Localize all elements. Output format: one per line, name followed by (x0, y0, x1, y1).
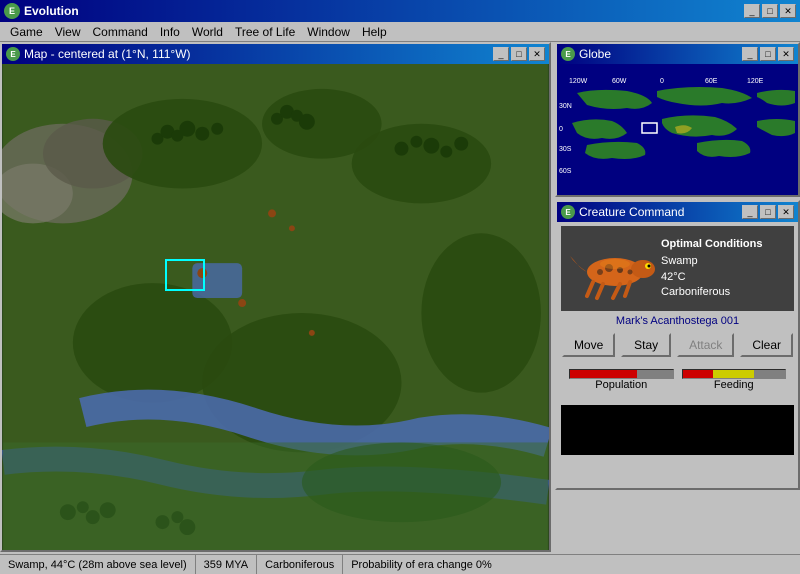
globe-minimize-button[interactable]: _ (742, 47, 758, 61)
population-bar-item: Population (569, 369, 674, 393)
creature-maximize-button[interactable]: □ (760, 205, 776, 219)
selection-box (165, 259, 205, 291)
app-title-bar: E Evolution _ □ ✕ (0, 0, 800, 22)
menu-view[interactable]: View (49, 23, 87, 41)
bars-row: Population Feeding (569, 369, 786, 393)
era-status: Carboniferous (257, 555, 343, 574)
creature-name: Mark's Acanthostega 001 (561, 315, 794, 327)
map-maximize-button[interactable]: □ (511, 47, 527, 61)
globe-title-bar: E Globe _ □ ✕ (557, 44, 798, 64)
globe-window-title: Globe (579, 47, 611, 61)
creature-command-window: E Creature Command _ □ ✕ (555, 200, 800, 490)
app-icon: E (4, 3, 20, 19)
terrain-status: Swamp, 44°C (28m above sea level) (0, 555, 196, 574)
map-window-title: Map - centered at (1°N, 111°W) (24, 47, 191, 61)
optimal-biome: Swamp (661, 254, 762, 269)
menu-info[interactable]: Info (154, 23, 186, 41)
globe-close-button[interactable]: ✕ (778, 47, 794, 61)
svg-text:30N: 30N (559, 103, 572, 110)
stay-button[interactable]: Stay (621, 333, 671, 357)
menu-tree-of-life[interactable]: Tree of Life (229, 23, 301, 41)
terrain-svg (2, 64, 549, 550)
map-close-button[interactable]: ✕ (529, 47, 545, 61)
globe-content: 120W 60W 0 60E 120E 30N 0 30S 60S (557, 64, 798, 195)
feeding-bar-red (683, 370, 714, 378)
optimal-conditions: Optimal Conditions Swamp 42°C Carbonifer… (661, 237, 762, 301)
optimal-title: Optimal Conditions (661, 237, 762, 252)
svg-text:60S: 60S (559, 168, 572, 175)
creature-window-icon: E (561, 205, 575, 219)
feeding-label: Feeding (682, 379, 787, 391)
svg-text:60E: 60E (705, 78, 718, 85)
population-bar-fill (570, 370, 637, 378)
menu-command[interactable]: Command (86, 23, 153, 41)
creature-image (565, 234, 655, 304)
feeding-bar-yellow (713, 370, 754, 378)
attack-button[interactable]: Attack (677, 333, 734, 357)
globe-window: E Globe _ □ ✕ 120W 60W 0 60E 120E 30N (555, 42, 800, 197)
map-title-bar: E Map - centered at (1°N, 111°W) _ □ ✕ (2, 44, 549, 64)
svg-text:0: 0 (660, 78, 664, 85)
globe-window-icon: E (561, 47, 575, 61)
optimal-temp: 42°C (661, 270, 762, 285)
title-bar-buttons: _ □ ✕ (744, 4, 796, 18)
svg-text:60W: 60W (612, 78, 627, 85)
creature-bottom-area (561, 405, 794, 455)
svg-text:120W: 120W (569, 78, 588, 85)
creature-window-title: Creature Command (579, 205, 684, 219)
status-bar: Swamp, 44°C (28m above sea level) 359 MY… (0, 554, 800, 574)
move-button[interactable]: Move (562, 333, 615, 357)
creature-content: Optimal Conditions Swamp 42°C Carbonifer… (557, 222, 798, 488)
minimize-button[interactable]: _ (744, 4, 760, 18)
close-button[interactable]: ✕ (780, 4, 796, 18)
globe-maximize-button[interactable]: □ (760, 47, 776, 61)
svg-text:30S: 30S (559, 146, 572, 153)
creature-display: Optimal Conditions Swamp 42°C Carbonifer… (561, 226, 794, 311)
map-minimize-button[interactable]: _ (493, 47, 509, 61)
creature-title-bar: E Creature Command _ □ ✕ (557, 202, 798, 222)
svg-text:120E: 120E (747, 78, 764, 85)
population-bar (569, 369, 674, 379)
bars-section: Population Feeding (561, 365, 794, 401)
clear-button[interactable]: Clear (740, 333, 793, 357)
svg-text:0: 0 (559, 126, 563, 133)
feeding-bar (682, 369, 787, 379)
maximize-button[interactable]: □ (762, 4, 778, 18)
map-window: E Map - centered at (1°N, 111°W) _ □ ✕ (0, 42, 551, 552)
menu-world[interactable]: World (186, 23, 229, 41)
creature-close-button[interactable]: ✕ (778, 205, 794, 219)
feeding-bar-item: Feeding (682, 369, 787, 393)
optimal-era: Carboniferous (661, 285, 762, 300)
main-area: E Map - centered at (1°N, 111°W) _ □ ✕ (0, 42, 800, 571)
app-title: Evolution (24, 4, 79, 18)
globe-svg: 120W 60W 0 60E 120E 30N 0 30S 60S (557, 64, 798, 195)
menu-bar: Game View Command Info World Tree of Lif… (0, 22, 800, 42)
mya-status: 359 MYA (196, 555, 257, 574)
menu-game[interactable]: Game (4, 23, 49, 41)
map-canvas[interactable] (2, 64, 549, 550)
menu-help[interactable]: Help (356, 23, 393, 41)
population-label: Population (569, 379, 674, 391)
creature-minimize-button[interactable]: _ (742, 205, 758, 219)
menu-window[interactable]: Window (301, 23, 356, 41)
command-buttons: Move Stay Attack Clear (561, 333, 794, 357)
map-window-icon: E (6, 47, 20, 61)
probability-status: Probability of era change 0% (343, 555, 500, 574)
